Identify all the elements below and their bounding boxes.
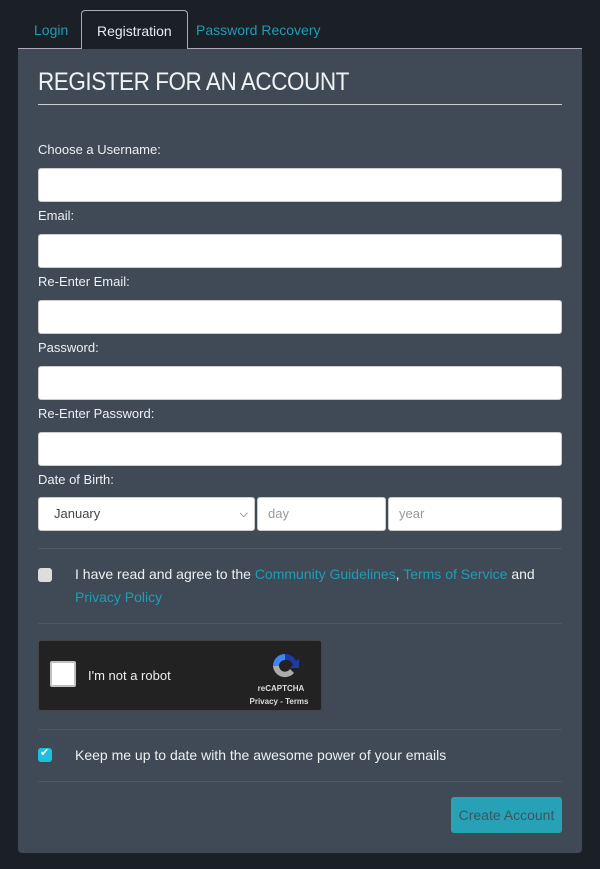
recaptcha-links[interactable]: Privacy - Terms [239,697,319,706]
community-guidelines-link[interactable]: Community Guidelines [255,566,396,582]
email-label: Email: [38,208,75,223]
email-confirm-label: Re-Enter Email: [38,274,130,289]
create-account-button[interactable]: Create Account [451,797,562,833]
title-divider [38,104,562,105]
divider [38,548,562,549]
password-label: Password: [38,340,99,355]
recaptcha-logo-icon [273,653,299,678]
day-input[interactable]: day [257,497,386,531]
recaptcha-label: I'm not a robot [88,668,171,683]
password-confirm-label: Re-Enter Password: [38,406,155,421]
chevron-down-icon: ⌵ [239,508,248,520]
year-input[interactable]: year [388,497,562,531]
newsletter-checkbox[interactable]: ✔ [38,747,52,762]
recaptcha-brand: reCAPTCHA [257,684,305,693]
email-input[interactable] [38,234,562,268]
check-icon: ✔ [40,747,50,759]
terms-of-service-link[interactable]: Terms of Service [403,566,507,582]
agree-checkbox[interactable] [38,568,52,582]
divider [38,623,562,624]
password-confirm-input[interactable] [38,432,562,466]
tab-registration[interactable]: Registration [81,10,188,49]
dob-label: Date of Birth: [38,472,114,487]
month-select[interactable]: January ⌵ [38,497,255,531]
recaptcha-checkbox[interactable] [50,661,76,687]
privacy-policy-link[interactable]: Privacy Policy [75,589,162,605]
divider [38,729,562,730]
month-value: January [54,506,101,521]
email-confirm-input[interactable] [38,300,562,334]
divider [38,781,562,782]
agree-text: I have read and agree to the Community G… [75,566,535,605]
password-input[interactable] [38,366,562,400]
username-label: Choose a Username: [38,142,161,157]
username-input[interactable] [38,168,562,202]
tab-login[interactable]: Login [19,10,83,50]
page-title: REGISTER FOR AN ACCOUNT [38,68,349,96]
tab-password-recovery[interactable]: Password Recovery [181,10,336,50]
newsletter-label: Keep me up to date with the awesome powe… [75,747,447,763]
recaptcha-widget: I'm not a robot reCAPTCHA Privacy - Term… [38,640,322,711]
